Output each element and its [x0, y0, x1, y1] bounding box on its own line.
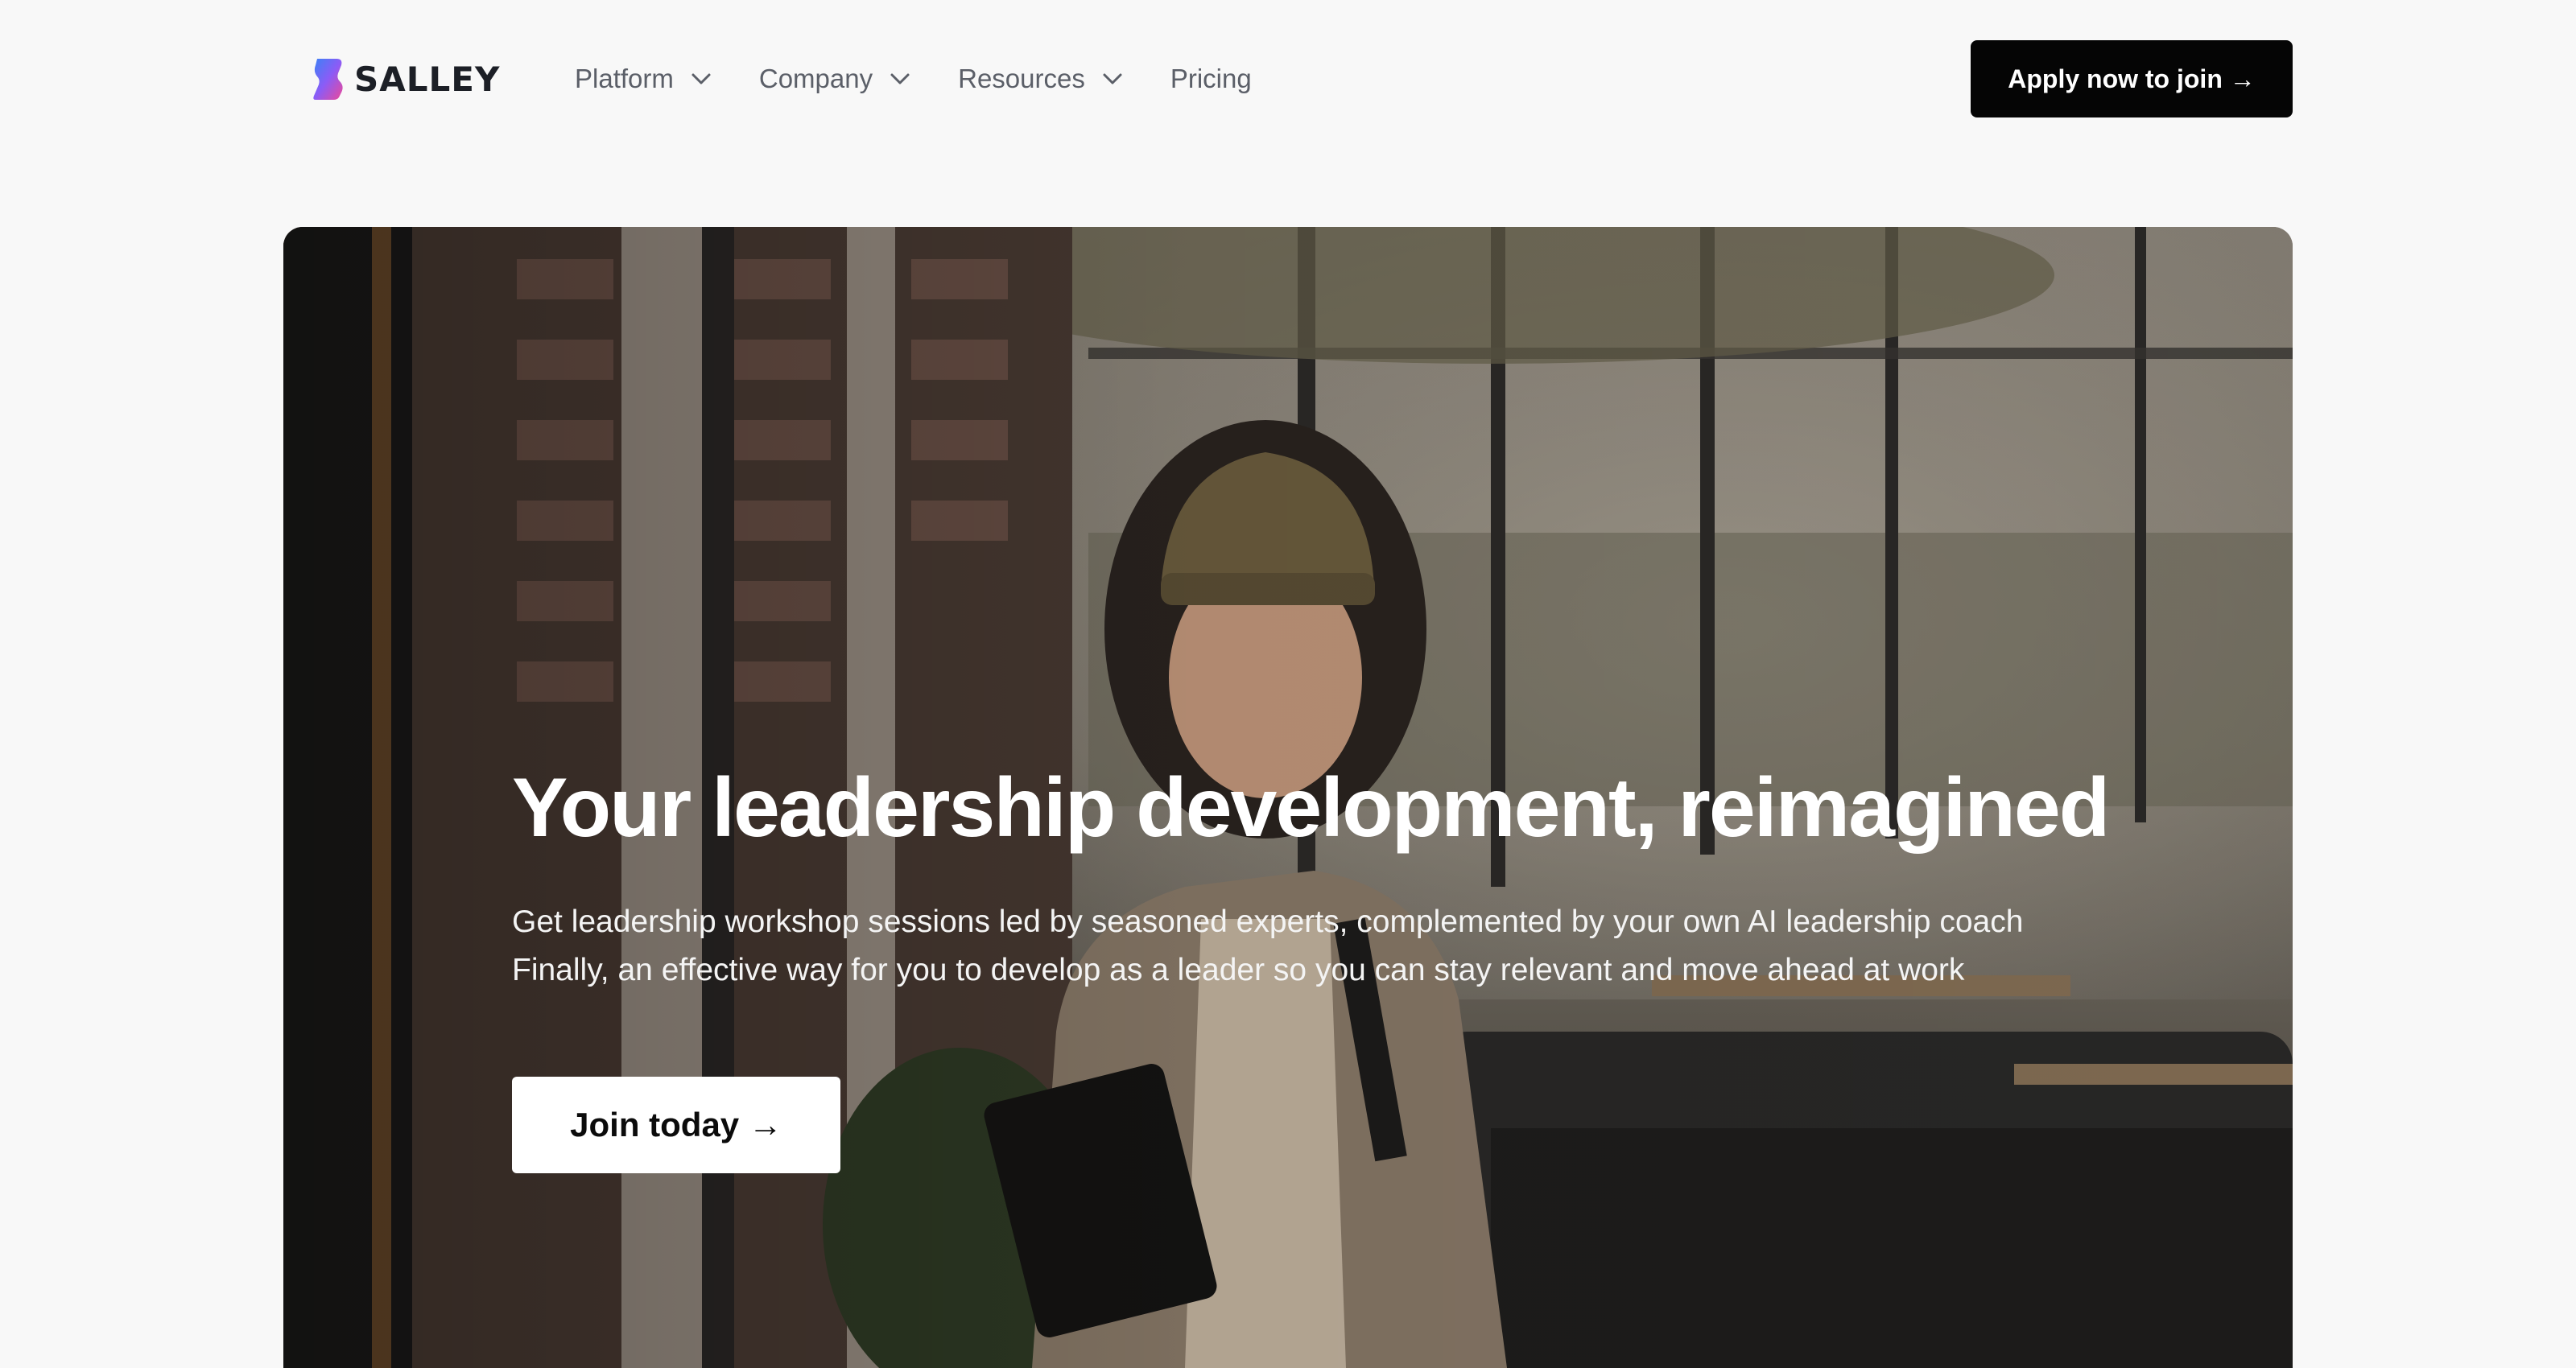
nav-company[interactable]: Company	[759, 64, 913, 94]
chevron-down-icon	[890, 73, 910, 84]
chevron-down-icon	[691, 73, 711, 84]
site-header: SALLEY Platform Company Resources Pricin…	[0, 0, 2576, 158]
nav-resources[interactable]: Resources	[958, 64, 1125, 94]
nav-pricing-label: Pricing	[1170, 64, 1252, 93]
nav-resources-label: Resources	[958, 64, 1085, 93]
nav-pricing[interactable]: Pricing	[1170, 64, 1252, 94]
hero-subtitle-line-2: Finally, an effective way for you to dev…	[512, 953, 1965, 987]
salley-logo-icon	[313, 59, 343, 100]
chevron-down-icon	[1103, 73, 1122, 84]
nav-company-label: Company	[758, 64, 873, 93]
hero-title: Your leadership development, reimagined	[512, 761, 2110, 855]
hero-section: Your leadership development, reimagined …	[283, 227, 2293, 1368]
logo-text: SALLEY	[354, 59, 501, 99]
logo[interactable]: SALLEY	[312, 56, 500, 101]
hero-subtitle-line-1: Get leadership workshop sessions led by …	[512, 904, 2024, 939]
nav-platform[interactable]: Platform	[575, 64, 714, 94]
nav-platform-label: Platform	[575, 64, 674, 93]
join-today-button[interactable]: Join today →	[512, 1077, 840, 1173]
main-nav: Platform Company Resources Pricing	[575, 56, 1297, 101]
apply-now-button[interactable]: Apply now to join →	[1971, 40, 2293, 117]
